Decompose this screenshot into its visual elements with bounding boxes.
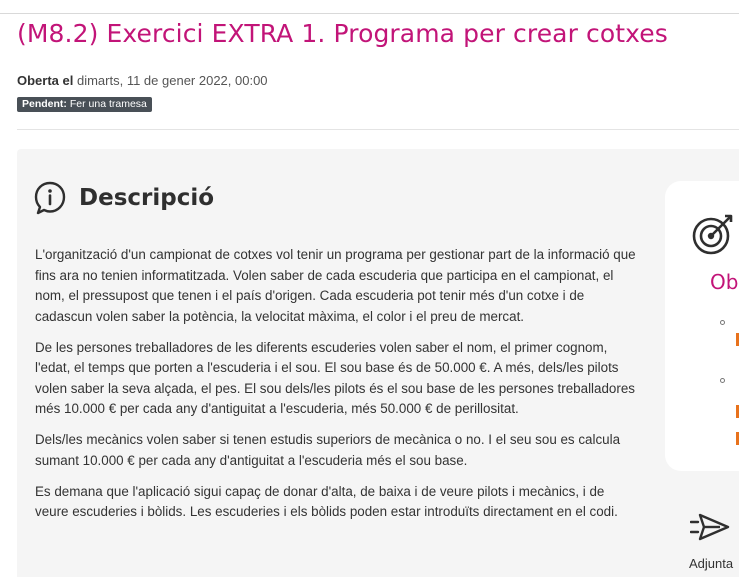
submit-label[interactable]: Adjunta <box>689 556 733 571</box>
objective-bullet <box>720 320 725 325</box>
status-text: Fer una tramesa <box>69 98 147 110</box>
paper-plane-icon[interactable] <box>689 512 730 542</box>
status-label: Pendent: <box>22 98 67 110</box>
status-badge: Pendent: Fer una tramesa <box>17 97 152 112</box>
objective-bullet <box>720 378 725 383</box>
header-divider <box>17 129 739 130</box>
opened-date-value: dimarts, 11 de gener 2022, 00:00 <box>76 73 268 88</box>
info-speech-icon <box>34 181 66 215</box>
description-paragraph: Dels/les mecànics volen saber si tenen e… <box>35 432 621 468</box>
description-heading: Descripció <box>79 185 215 211</box>
description-body: L'organització d'un campionat de cotxes … <box>35 245 638 533</box>
page-title: (M8.2) Exercici EXTRA 1. Programa per cr… <box>17 19 668 48</box>
description-paragraph: De les persones treballadores de les dif… <box>35 339 635 417</box>
opened-label: Oberta el <box>17 73 74 88</box>
top-divider <box>0 13 739 14</box>
opened-date: Oberta el dimarts, 11 de gener 2022, 00:… <box>17 73 268 88</box>
description-paragraph: L'organització d'un campionat de cotxes … <box>35 247 636 324</box>
description-paragraph: Es demana que l'aplicació sigui capaç de… <box>35 483 618 520</box>
target-dart-icon <box>691 212 735 256</box>
objectives-heading: Ob <box>710 270 739 294</box>
